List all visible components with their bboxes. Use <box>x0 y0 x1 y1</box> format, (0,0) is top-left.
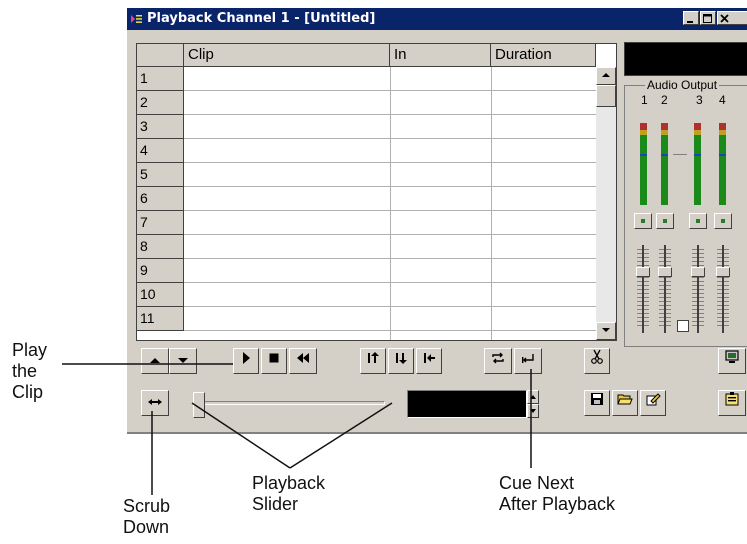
callout-lines <box>62 363 532 495</box>
callout-cue-next: Cue Next After Playback <box>499 473 616 514</box>
callout-playback-slider: Playback Slider <box>252 473 326 514</box>
callout-scrub-down: Scrub Down <box>123 496 171 537</box>
callout-play-the-clip: Play the Clip <box>12 340 48 402</box>
